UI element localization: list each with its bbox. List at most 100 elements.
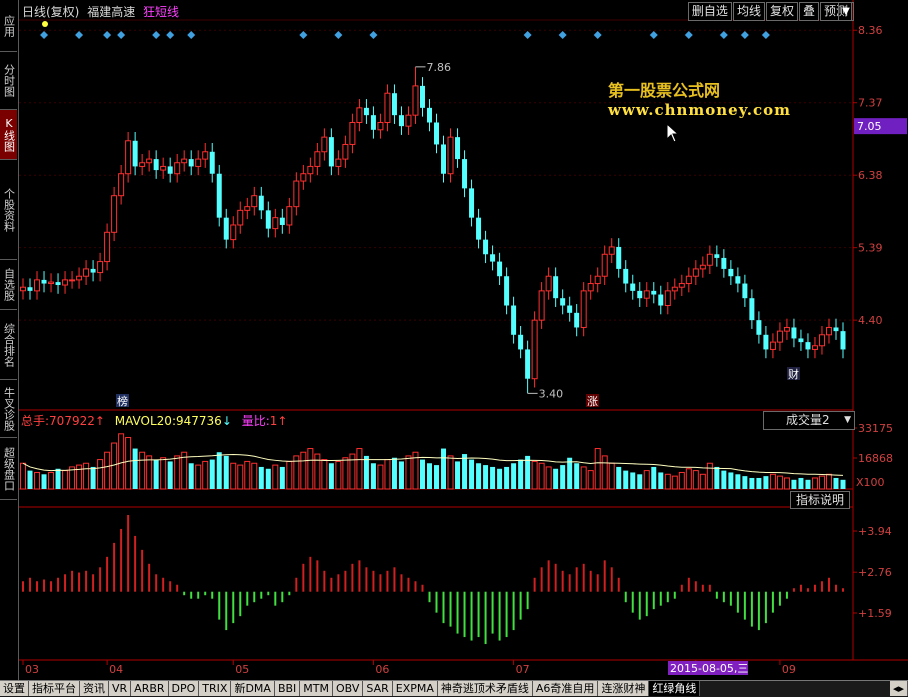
bottom-tab-3[interactable]: VR (109, 681, 132, 696)
toolbar-button-3[interactable]: 叠 (798, 2, 819, 21)
nav-tab-label: 个股资料 (2, 187, 16, 232)
volume-bar (76, 464, 83, 490)
candle-body (398, 115, 404, 127)
volume-ratio-label: 量比: (241, 414, 270, 428)
candle-body (735, 276, 741, 284)
tab-scroll-icon[interactable]: ◂▸ (889, 681, 908, 696)
left-nav: 应用 分时图 K线图个股资料自选股综合排名牛叉诊股超级盘口 (0, 0, 19, 680)
bottom-tab-15[interactable]: 连涨财神 (598, 681, 650, 696)
candle-body (167, 166, 173, 174)
volume-bar (678, 471, 685, 490)
volume-bar (167, 461, 173, 489)
stock-name: 福建高速 (87, 5, 136, 19)
period-label[interactable]: 日线(复权) (22, 5, 79, 19)
candle-body (553, 276, 559, 299)
bottom-tab-6[interactable]: TRIX (199, 681, 232, 696)
indicator-name[interactable]: 狂短线 (143, 5, 179, 19)
bottom-tab-12[interactable]: EXPMA (392, 681, 438, 696)
toolbar-button-0[interactable]: 删自选 (687, 2, 732, 21)
volume-bar (742, 476, 748, 489)
candle-body (146, 158, 153, 164)
signal-diamond (75, 31, 84, 39)
candle-body (643, 290, 650, 299)
watermark-url: www.chnmoney.com (608, 101, 791, 119)
bottom-tab-9[interactable]: MTM (300, 681, 333, 696)
bottom-tab-10[interactable]: OBV (333, 681, 364, 696)
volume-bar (580, 466, 587, 490)
candle-body (419, 85, 425, 108)
candle-body (97, 261, 104, 274)
signal-diamond (103, 31, 112, 39)
nav-tab-6[interactable]: 牛叉诊股 (0, 380, 17, 438)
price-axis-label: 6.38 (858, 169, 883, 182)
nav-tab-1[interactable]: 分时图 (0, 52, 17, 110)
candle-body (504, 276, 510, 306)
volume-bar (384, 459, 391, 490)
volume-bar (398, 461, 404, 489)
candle-body (594, 275, 601, 285)
volume-bar (587, 470, 594, 490)
watermark-title: 第一股票公式网 (608, 81, 721, 100)
volume-bar (825, 473, 832, 490)
toolbar-menu-button[interactable]: ▼ (838, 2, 854, 21)
toolbar-button-1[interactable]: 均线 (732, 2, 765, 21)
volume-bar (769, 473, 776, 490)
x-axis-label: 09 (782, 663, 796, 676)
candle-body (293, 180, 300, 208)
nav-tab-label: 自选股 (2, 268, 16, 301)
bottom-tab-11[interactable]: SAR (363, 681, 393, 696)
indicator-help-button[interactable]: 指标说明 (790, 491, 851, 509)
volume-bar (258, 466, 264, 489)
volume-bar (27, 470, 33, 489)
nav-tab-3[interactable]: 个股资料 (0, 160, 17, 260)
bottom-tab-7[interactable]: 新DMA (231, 681, 275, 696)
bottom-tab-16[interactable]: 红绿角线 (649, 681, 701, 696)
candle-body (805, 342, 811, 350)
candle-body (560, 298, 566, 306)
bottom-tab-8[interactable]: BBI (274, 681, 301, 696)
chart-header: 日线(复权) 福建高速 狂短线 (22, 3, 179, 20)
toolbar-button-2[interactable]: 复权 (765, 2, 798, 21)
candle-body (671, 286, 678, 292)
bottom-tab-5[interactable]: DPO (168, 681, 200, 696)
volume-bar (377, 464, 384, 490)
candle-body (664, 290, 671, 307)
volume-bar (251, 462, 258, 490)
volume-bar (286, 460, 293, 490)
candle-body (244, 206, 251, 211)
total-volume-label: 总手: (21, 414, 50, 428)
volume-bar (83, 462, 90, 490)
price-axis-label: 7.37 (858, 97, 883, 110)
indicator-axis-label: +3.94 (858, 525, 892, 538)
volume-bar (363, 455, 369, 489)
volume-indicator-selector[interactable]: 成交量2 ▼ (763, 411, 855, 430)
bottom-tab-0[interactable]: 设置 (0, 681, 29, 696)
bottom-tab-4[interactable]: ARBR (131, 681, 169, 696)
signal-diamond (40, 31, 49, 39)
candle-body (742, 283, 748, 299)
nav-tab-0[interactable]: 应用 (0, 0, 17, 52)
volume-bar (125, 437, 132, 490)
nav-tab-2[interactable]: K线图 (0, 110, 17, 160)
volume-bar (335, 460, 342, 490)
volume-bar (202, 460, 209, 490)
candle-body (181, 158, 188, 164)
nav-tab-4[interactable]: 自选股 (0, 260, 17, 310)
candle-body (833, 327, 839, 332)
candle-body (791, 327, 797, 339)
candle-body (363, 107, 369, 116)
candle-body (55, 282, 61, 286)
candle-body (567, 305, 573, 313)
nav-tab-label: 牛叉诊股 (2, 386, 16, 431)
mavol-label: MAVOL20: (114, 414, 176, 428)
volume-bar (405, 455, 412, 490)
bottom-tab-14[interactable]: A6奇准自用 (532, 681, 599, 696)
down-arrow-icon: ↓ (221, 414, 232, 428)
bottom-tab-13[interactable]: 神奇逃顶术矛盾线 (437, 681, 533, 696)
volume-bar (776, 475, 783, 490)
nav-tab-5[interactable]: 综合排名 (0, 310, 17, 380)
bottom-tab-2[interactable]: 资讯 (80, 681, 109, 696)
candle-body (455, 137, 461, 160)
bottom-tab-1[interactable]: 指标平台 (29, 681, 80, 696)
nav-tab-7[interactable]: 超级盘口 (0, 438, 17, 500)
